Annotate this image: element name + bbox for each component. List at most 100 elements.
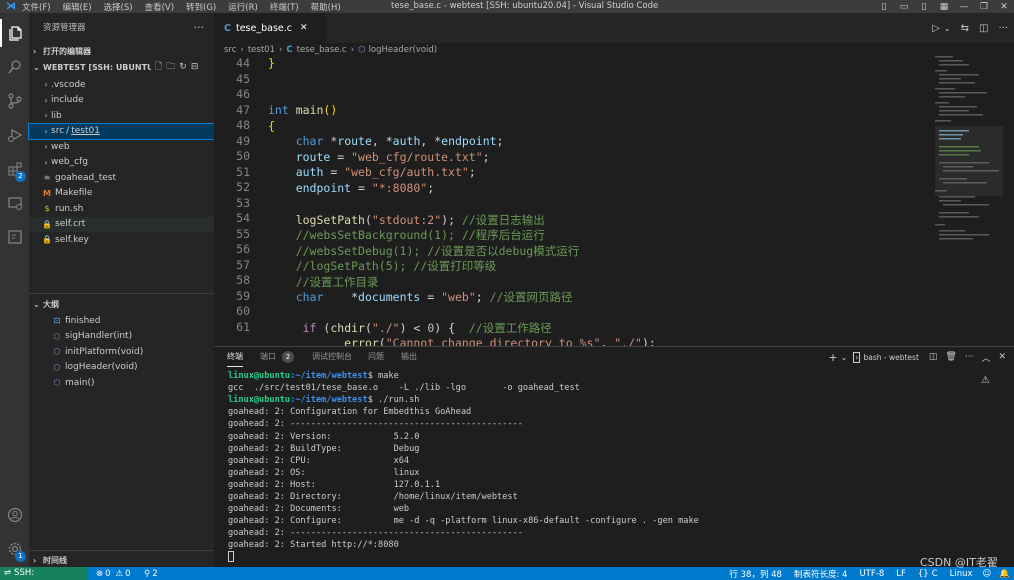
notifications-bell-icon[interactable]: 🔔 — [999, 569, 1010, 579]
code-line: } — [268, 56, 275, 70]
encoding[interactable]: UTF-8 — [859, 569, 884, 579]
menu-edit[interactable]: 编辑(E) — [63, 1, 92, 13]
split-terminal-icon[interactable]: ◫ — [929, 352, 938, 362]
menu-view[interactable]: 查看(V) — [145, 1, 174, 13]
terminal-line: goahead: 2: Version: 5.2.0 — [228, 431, 420, 442]
tab-size[interactable]: 制表符长度: 4 — [794, 568, 847, 580]
cursor-position[interactable]: 行 38，列 48 — [729, 568, 782, 580]
tree-folder-src-test01[interactable]: › src / test01 — [28, 122, 215, 140]
layout-custom-icon[interactable]: ▦ — [934, 2, 954, 12]
remote-explorer-icon[interactable] — [0, 189, 29, 217]
remote-indicator[interactable]: ⇌SSH: ubuntu20.04 — [0, 567, 88, 580]
terminal-line: goahead: 2: Started http://*:8080 — [228, 540, 399, 551]
eol[interactable]: LF — [896, 569, 906, 579]
accounts-icon[interactable] — [0, 501, 29, 529]
close-panel-icon[interactable]: ✕ — [998, 352, 1006, 362]
new-folder-icon[interactable]: 🗀 — [166, 59, 175, 75]
line-number: 58 — [236, 273, 250, 287]
minimize-icon[interactable]: — — [954, 2, 974, 12]
chevron-right-icon: › — [44, 157, 48, 167]
menu-help[interactable]: 帮助(H) — [311, 1, 341, 13]
tree-file-self-key[interactable]: 🔒 self.key — [29, 232, 214, 248]
tree-folder-vscode[interactable]: › .vscode — [29, 77, 214, 93]
tree-folder-include[interactable]: › include — [29, 93, 214, 109]
breadcrumb-src[interactable]: src — [224, 45, 236, 55]
new-file-icon[interactable]: 🗋 — [155, 59, 162, 75]
tree-file-run-sh[interactable]: $ run.sh — [29, 201, 214, 217]
menu-go[interactable]: 转到(G) — [186, 1, 216, 13]
outline-section[interactable]: ⌄ 大纲 — [33, 296, 59, 312]
chevron-down-icon[interactable]: ⌄ — [944, 24, 951, 33]
more-actions-icon[interactable]: ··· — [998, 23, 1008, 34]
outline-item-logheader[interactable]: ⬡ logHeader(void) — [51, 360, 143, 376]
remote-icon: ⇌ — [4, 568, 12, 578]
timeline-section[interactable]: › 时间线 — [33, 552, 67, 568]
maximize-panel-icon[interactable]: ︿ — [981, 351, 990, 364]
close-tab-icon[interactable]: ✕ — [300, 23, 308, 33]
more-actions-icon[interactable]: ··· — [965, 352, 974, 362]
os-label[interactable]: Linux — [950, 569, 973, 579]
more-actions-icon[interactable]: ··· — [194, 13, 205, 43]
layout-sidebar-icon[interactable]: ▯ — [874, 2, 894, 12]
source-control-icon[interactable] — [0, 87, 29, 115]
breadcrumb-symbol[interactable]: logHeader(void) — [369, 45, 438, 55]
tab-output[interactable]: 输出 — [401, 347, 417, 367]
outline-item-label: initPlatform(void) — [65, 346, 144, 357]
menu-run[interactable]: 运行(R) — [228, 1, 258, 13]
restore-icon[interactable]: ❐ — [974, 2, 994, 12]
line-number: 44 — [236, 56, 250, 70]
language-mode[interactable]: C — [932, 569, 938, 579]
tab-tese-base-c[interactable]: C tese_base.c ✕ — [214, 13, 326, 43]
tree-file-self-crt[interactable]: 🔒 self.crt — [29, 216, 214, 232]
breadcrumb-file[interactable]: tese_base.c — [297, 45, 347, 55]
split-editor-icon[interactable]: ◫ — [979, 23, 988, 34]
problems-status[interactable]: ⊗ 0 ⚠ 0 — [96, 567, 131, 580]
menu-file[interactable]: 文件(F) — [22, 1, 51, 13]
outline-item-finished[interactable]: ⊡ finished — [51, 313, 143, 329]
outline-item-sighandler[interactable]: ⬡ sigHandler(int) — [51, 329, 143, 345]
layout-secondary-icon[interactable]: ▯ — [914, 2, 934, 12]
run-debug-icon[interactable] — [0, 121, 29, 149]
extensions-icon[interactable]: 2 — [0, 155, 29, 183]
workspace-section[interactable]: ⌄ WEBTEST [SSH: UBUNTU... 🗋 🗀 ↻ ⊟ — [29, 59, 214, 75]
tree-folder-web-cfg[interactable]: › web_cfg — [29, 155, 214, 171]
close-window-icon[interactable]: ✕ — [994, 2, 1014, 12]
layout-panel-icon[interactable]: ▭ — [894, 2, 914, 12]
menu-terminal[interactable]: 终端(T) — [270, 1, 299, 13]
compare-icon[interactable]: ⇆ — [961, 23, 969, 34]
refresh-icon[interactable]: ↻ — [179, 62, 187, 72]
line-number: 54 — [236, 211, 250, 225]
tab-terminal[interactable]: 终端 — [227, 347, 243, 367]
tree-file-goahead-test[interactable]: ≡ goahead_test — [29, 170, 214, 186]
tree-folder-web[interactable]: › web — [29, 139, 214, 155]
trash-icon[interactable]: 🗑 — [945, 352, 956, 362]
search-icon[interactable] — [0, 53, 29, 81]
tree-file-makefile[interactable]: M Makefile — [29, 186, 214, 202]
outline-item-main[interactable]: ⬡ main() — [51, 375, 143, 391]
code-editor[interactable]: 44 45 46 47 48 49 50 51 52 53 54 55 56 57 58 59 60 61 } i… — [214, 56, 1014, 346]
tree-folder-lib[interactable]: › lib — [29, 108, 214, 124]
run-file-icon[interactable]: ▷ — [932, 23, 940, 34]
open-editors-section[interactable]: › 打开的编辑器 — [29, 43, 214, 59]
terminal-shell-label[interactable]: bash - webtest — [863, 353, 918, 362]
feedback-icon[interactable]: ☺ — [983, 569, 992, 579]
collapse-all-icon[interactable]: ⊟ — [191, 62, 199, 72]
breadcrumb-test01[interactable]: test01 — [248, 45, 275, 55]
chevron-right-icon: › — [350, 44, 355, 55]
tab-problems[interactable]: 问题 — [368, 347, 384, 367]
tab-debug-console[interactable]: 调试控制台 — [312, 347, 352, 367]
outline-label: 大纲 — [43, 299, 59, 309]
menu-selection[interactable]: 选择(S) — [104, 1, 133, 13]
chevron-down-icon[interactable]: ⌄ — [841, 353, 848, 362]
manage-gear-icon[interactable]: 1 — [0, 535, 29, 563]
explorer-icon[interactable] — [0, 19, 29, 47]
tab-ports[interactable]: 端口 2 — [260, 347, 294, 367]
manage-badge: 1 — [15, 551, 26, 562]
outline-item-initplatform[interactable]: ⬡ initPlatform(void) — [51, 344, 144, 360]
test-icon[interactable] — [0, 223, 29, 251]
new-terminal-icon[interactable]: + — [828, 351, 837, 364]
tab-label: tese_base.c — [235, 22, 292, 34]
warning-icon[interactable]: ⚠ — [981, 375, 990, 386]
ports-status[interactable]: ⚲ 2 — [144, 567, 158, 580]
minimap[interactable] — [935, 56, 1003, 346]
